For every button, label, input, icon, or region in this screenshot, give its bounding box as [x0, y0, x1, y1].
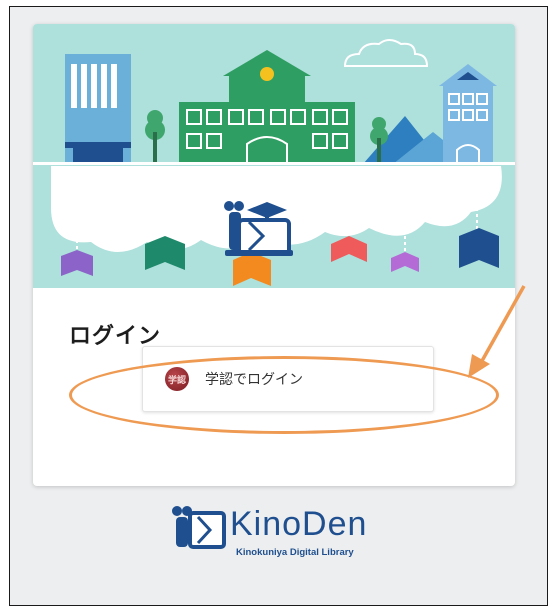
school-building [179, 102, 355, 164]
brand-subtitle: Kinokuniya Digital Library [236, 547, 354, 558]
gakunin-login-button[interactable]: 学認 学認でログイン [142, 346, 434, 412]
kinoden-brand: KinoDen Kinokuniya Digital Library [170, 505, 390, 565]
library-hero-illustration [33, 24, 515, 288]
kinoden-logo-icon [172, 506, 226, 549]
brand-name: KinoDen [230, 505, 368, 543]
clock-icon [260, 67, 274, 81]
gakunin-logo-icon: 学認 [165, 367, 189, 391]
pointer-arrow-icon [468, 285, 526, 378]
gakunin-login-label: 学認でログイン [205, 372, 303, 388]
login-card: ログイン 学認 学認でログイン [33, 24, 515, 486]
building-right [443, 86, 493, 164]
